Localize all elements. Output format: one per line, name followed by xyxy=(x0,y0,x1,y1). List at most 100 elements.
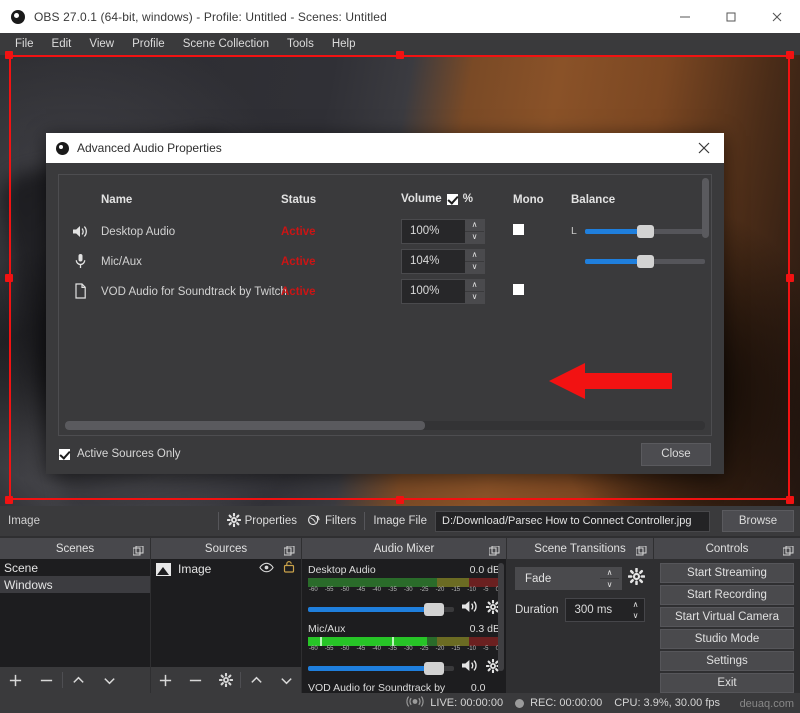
start-virtual-camera-button[interactable]: Start Virtual Camera xyxy=(660,607,794,627)
menu-item-profile[interactable]: Profile xyxy=(123,35,174,53)
move-source-up-button[interactable] xyxy=(241,667,271,693)
volume-percent-checkbox[interactable] xyxy=(446,193,458,205)
source-properties-button[interactable] xyxy=(211,667,241,693)
obs-main-window: OBS 27.0.1 (64-bit, windows) - Profile: … xyxy=(0,0,800,713)
filters-button[interactable]: Filters xyxy=(307,513,356,530)
mixer-scrollbar[interactable] xyxy=(498,563,504,671)
volume-increment-button[interactable]: ∧ xyxy=(465,250,484,261)
tick-label: -15 xyxy=(451,587,461,593)
volume-increment-button[interactable]: ∧ xyxy=(465,220,484,231)
active-sources-only-row[interactable]: Active Sources Only xyxy=(59,448,181,460)
list-item[interactable]: Image xyxy=(151,559,301,579)
transition-up-button[interactable]: ∧ xyxy=(600,567,619,578)
scenes-list[interactable]: Scene Windows xyxy=(0,559,150,693)
menu-item-file[interactable]: File xyxy=(6,35,43,53)
volume-spinbox[interactable]: 100% ∧ ∨ xyxy=(401,278,485,304)
volume-meter xyxy=(308,637,500,646)
start-streaming-button[interactable]: Start Streaming xyxy=(660,563,794,583)
move-scene-down-button[interactable] xyxy=(94,667,125,693)
menu-item-help[interactable]: Help xyxy=(323,35,365,53)
balance-slider-handle[interactable] xyxy=(637,224,654,238)
undock-icon[interactable] xyxy=(283,543,295,556)
vertical-scrollbar[interactable] xyxy=(702,178,709,238)
move-scene-up-button[interactable] xyxy=(63,667,94,693)
close-dialog-button[interactable]: Close xyxy=(641,442,711,466)
add-source-button[interactable] xyxy=(151,667,181,693)
studio-mode-button[interactable]: Studio Mode xyxy=(660,629,794,649)
tick-label: -20 xyxy=(435,646,445,652)
channel-volume-handle[interactable] xyxy=(423,602,444,616)
add-scene-button[interactable] xyxy=(0,667,31,693)
controls-dock: Controls Start Streaming Start Recording… xyxy=(654,538,800,693)
audio-mixer-body[interactable]: Desktop Audio 0.0 dB -60 -55 -50 -45 -40… xyxy=(302,559,506,693)
volume-spinbox[interactable]: 100% ∧ ∨ xyxy=(401,218,485,244)
horizontal-scrollbar-thumb[interactable] xyxy=(65,421,425,430)
remove-scene-button[interactable] xyxy=(31,667,62,693)
undock-icon[interactable] xyxy=(488,543,500,556)
rec-timer: REC: 00:00:00 xyxy=(530,697,603,709)
undock-icon[interactable] xyxy=(782,543,794,556)
balance-left-label: L xyxy=(571,225,577,237)
channel-volume-slider[interactable] xyxy=(308,661,454,675)
header-status: Status xyxy=(281,194,317,206)
active-sources-only-label: Active Sources Only xyxy=(77,448,181,460)
audio-sources-grid: Name Status Volume % Mono Balance S xyxy=(59,175,711,306)
window-controls xyxy=(662,0,800,33)
eye-icon[interactable] xyxy=(259,560,274,578)
menu-item-tools[interactable]: Tools xyxy=(278,35,323,53)
menu-item-view[interactable]: View xyxy=(80,35,123,53)
tick-label: -50 xyxy=(340,646,350,652)
obs-logo-icon xyxy=(56,141,69,155)
duration-decrement-button[interactable]: ∨ xyxy=(627,610,644,621)
transition-settings-gear-icon[interactable] xyxy=(627,567,646,590)
lock-icon[interactable] xyxy=(283,560,295,578)
undock-icon[interactable] xyxy=(132,543,144,556)
start-recording-button[interactable]: Start Recording xyxy=(660,585,794,605)
properties-button[interactable]: Properties xyxy=(226,512,297,530)
menu-item-edit[interactable]: Edit xyxy=(43,35,81,53)
move-source-down-button[interactable] xyxy=(271,667,301,693)
horizontal-scrollbar-track[interactable] xyxy=(65,421,705,430)
browse-button[interactable]: Browse xyxy=(722,510,794,532)
channel-volume-handle[interactable] xyxy=(423,661,444,675)
duration-increment-button[interactable]: ∧ xyxy=(627,599,644,610)
volume-decrement-button[interactable]: ∨ xyxy=(465,230,484,243)
active-sources-only-checkbox[interactable] xyxy=(59,448,70,460)
volume-decrement-button[interactable]: ∨ xyxy=(465,290,484,303)
transition-select[interactable]: Fade ∧ ∨ xyxy=(515,567,622,590)
sources-list[interactable]: Image xyxy=(151,559,301,693)
balance-slider[interactable] xyxy=(585,254,705,268)
volume-increment-button[interactable]: ∧ xyxy=(465,280,484,291)
list-item[interactable]: Windows xyxy=(0,576,150,593)
cpu-status: CPU: 3.9%, 30.00 fps xyxy=(614,697,720,709)
channel-volume-slider[interactable] xyxy=(308,602,454,616)
balance-slider-handle[interactable] xyxy=(637,254,654,268)
menu-item-scene-collection[interactable]: Scene Collection xyxy=(174,35,278,53)
settings-button[interactable]: Settings xyxy=(660,651,794,671)
tick-label: -45 xyxy=(356,646,366,652)
watermark: deuaq.com xyxy=(739,698,794,710)
tick-label: -15 xyxy=(451,646,461,652)
mute-speaker-icon[interactable] xyxy=(461,599,479,619)
minimize-button[interactable] xyxy=(662,0,708,33)
balance-slider[interactable] xyxy=(585,224,705,238)
close-button[interactable] xyxy=(754,0,800,33)
audio-mixer-dock: Audio Mixer Desktop Audio 0.0 dB -60 -55… xyxy=(302,538,506,693)
image-file-input[interactable]: D:/Download/Parsec How to Connect Contro… xyxy=(435,510,710,532)
volume-decrement-button[interactable]: ∨ xyxy=(465,260,484,273)
transition-down-button[interactable]: ∨ xyxy=(600,578,619,590)
duration-spinbox[interactable]: 300 ms ∧ ∨ xyxy=(565,598,645,622)
mute-speaker-icon[interactable] xyxy=(461,658,479,678)
tick-label: -50 xyxy=(340,587,350,593)
volume-spinbox[interactable]: 104% ∧ ∨ xyxy=(401,248,485,274)
maximize-button[interactable] xyxy=(708,0,754,33)
mono-checkbox[interactable] xyxy=(513,224,524,235)
remove-source-button[interactable] xyxy=(181,667,211,693)
mono-checkbox[interactable] xyxy=(513,284,524,295)
dialog-close-icon[interactable] xyxy=(690,135,718,161)
header-mono: Mono xyxy=(513,194,544,206)
tick-label: -20 xyxy=(435,587,445,593)
undock-icon[interactable] xyxy=(635,543,647,556)
list-item[interactable]: Scene xyxy=(0,559,150,576)
exit-button[interactable]: Exit xyxy=(660,673,794,693)
